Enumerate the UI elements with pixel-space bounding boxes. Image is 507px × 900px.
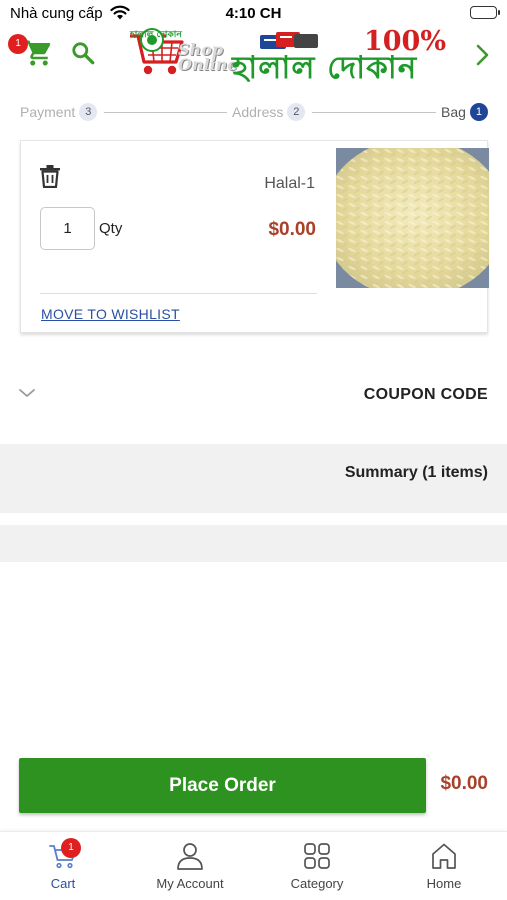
summary-label: Summary (1 items) — [344, 464, 488, 481]
status-time: 4:10 CH — [225, 5, 282, 22]
nav-cart-badge: 1 — [61, 838, 81, 858]
chevron-down-icon — [18, 386, 36, 400]
step-number: 3 — [79, 103, 98, 121]
step-connector — [104, 112, 227, 113]
step-number: 2 — [287, 103, 306, 121]
step-label: Bag — [441, 104, 466, 120]
step-label: Address — [232, 104, 284, 120]
step-number: 1 — [469, 103, 488, 121]
search-button[interactable] — [70, 40, 96, 66]
chevron-right-icon — [476, 44, 489, 66]
quantity-input[interactable]: 1 — [40, 207, 95, 250]
step-address[interactable]: Address 2 — [232, 103, 306, 121]
remove-item-button[interactable] — [39, 164, 61, 189]
cart-count-badge: 1 — [8, 34, 28, 54]
coupon-code-label: COUPON CODE — [363, 386, 488, 403]
next-button[interactable] — [473, 42, 493, 68]
nav-label: My Account — [156, 876, 224, 891]
header-cart-button[interactable]: 1 — [8, 34, 54, 68]
move-to-wishlist-link[interactable]: MOVE TO WISHLIST — [41, 306, 180, 322]
logo-shop-online-text: Shop Online — [178, 40, 238, 74]
cart-icon — [25, 40, 51, 66]
step-bag[interactable]: Bag 1 — [441, 103, 488, 121]
bottom-navigation: 1 Cart My Account Category Home — [0, 831, 507, 900]
halal-dokan-logo[interactable]: হালাল দোকান Shop Online হালাল দোকান 100% — [126, 26, 446, 86]
summary-details-section — [0, 525, 507, 562]
home-icon — [432, 843, 456, 869]
card-divider — [40, 293, 317, 294]
order-summary-section[interactable]: Summary (1 items) — [0, 444, 507, 513]
checkout-stepper: Payment 3 Address 2 Bag 1 — [20, 101, 488, 125]
item-name: Halal-1 — [264, 175, 315, 192]
nav-label: Home — [426, 876, 462, 891]
product-image[interactable] — [336, 148, 489, 288]
trash-icon — [40, 165, 60, 189]
step-label: Payment — [20, 104, 76, 120]
nav-category[interactable]: Category — [254, 832, 380, 900]
nav-home[interactable]: Home — [381, 832, 507, 900]
order-total: $0.00 — [440, 773, 488, 794]
status-bar: Nhà cung cấp 4:10 CH — [0, 0, 507, 28]
step-payment[interactable]: Payment 3 — [20, 103, 98, 121]
nav-label: Category — [290, 876, 344, 891]
quantity-label: Qty — [99, 220, 123, 237]
search-icon — [72, 42, 95, 65]
app-bar: 1 হালাল দোকান Shop Online হালাল দোকান 10… — [0, 26, 507, 86]
place-order-button[interactable]: Place Order — [19, 758, 426, 813]
nav-cart[interactable]: 1 Cart — [0, 832, 126, 900]
coupon-code-toggle[interactable]: COUPON CODE — [0, 378, 507, 414]
account-icon — [177, 843, 203, 870]
nav-my-account[interactable]: My Account — [127, 832, 253, 900]
cart-item-card: Halal-1 1 Qty $0.00 MOVE TO WISHLIST — [20, 140, 489, 333]
item-price: $0.00 — [268, 219, 316, 240]
nav-label: Cart — [50, 876, 76, 891]
step-connector — [312, 112, 436, 113]
category-icon — [304, 843, 330, 869]
battery-icon — [470, 6, 500, 19]
logo-top-text: হালাল দোকান — [130, 30, 182, 40]
logo-hundred-percent: 100% — [363, 26, 446, 57]
